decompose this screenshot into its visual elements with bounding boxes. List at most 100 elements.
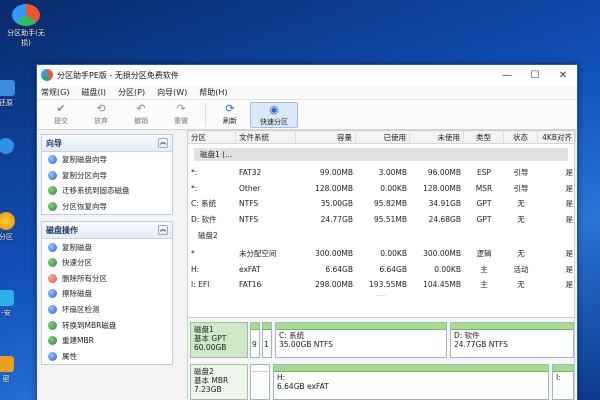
column-filesystem[interactable]: 文件系统	[236, 131, 296, 143]
menu-disk[interactable]: 磁盘(I)	[81, 87, 106, 98]
desktop-icon-label: 分区	[0, 233, 13, 241]
sidebar-item-copy-partition-wizard[interactable]: 复制分区向导	[42, 168, 172, 184]
partition-usage-bar	[276, 323, 446, 330]
submit-icon: ✔	[56, 102, 66, 115]
column-free[interactable]: 未使用	[410, 131, 464, 143]
undo-button[interactable]: ↶ 撤销	[121, 102, 161, 128]
sidebar-item-bad-sector[interactable]: 坏扇区检测	[42, 302, 172, 318]
table-row[interactable]: C: 系统 NTFS 35.00GB 95.82MB 34.91GB GPT 无 是	[188, 196, 574, 212]
wizard-panel: 向导 ︽ 复制磁盘向导 复制分区向导 迁移系统到固态磁盘 分区恢复向导	[41, 134, 173, 216]
desktop-icon-partition-assistant[interactable]: 分区助手(无 损)	[0, 4, 52, 48]
cell: 24.77GB	[320, 214, 353, 224]
cell: 6.64GB	[325, 264, 353, 274]
partition-usage-bar	[274, 365, 548, 372]
desktop-icon-install[interactable]: -安	[0, 290, 26, 318]
collapse-icon[interactable]: ︽	[158, 225, 168, 236]
column-used[interactable]: 已使用	[356, 131, 410, 143]
column-partition[interactable]: 分区	[188, 131, 236, 143]
sidebar-item-wipe-disk[interactable]: 擦除磁盘	[42, 286, 172, 302]
discard-button[interactable]: ⟲ 放弃	[81, 102, 121, 128]
table-row[interactable]: H: exFAT 6.64GB 6.64GB 0.00KB 主 活动 是	[188, 262, 574, 278]
cell: Other	[239, 183, 261, 193]
minimize-button[interactable]: —	[493, 65, 521, 85]
quick-partition-button[interactable]: ◉ 快速分区	[250, 102, 298, 128]
desktop-icon-label: 密	[2, 375, 10, 383]
wizard-panel-header[interactable]: 向导 ︽	[42, 135, 172, 152]
desktop-icon-restore[interactable]: 还原	[0, 80, 26, 108]
sidebar-item-label: 重建MBR	[62, 336, 94, 346]
sidebar-item-copy-disk-wizard[interactable]: 复制磁盘向导	[42, 152, 172, 168]
disk-map-label[interactable]: 磁盘1 基本 GPT 60.00GB	[190, 322, 248, 358]
menu-partition[interactable]: 分区(P)	[118, 87, 145, 98]
sidebar-item-properties[interactable]: 属性	[42, 349, 172, 365]
desktop-icon-password[interactable]: 密	[0, 356, 26, 384]
table-row[interactable]: D: 软件 NTFS 24.77GB 95.51MB 24.68GB GPT 无 是	[188, 212, 574, 228]
quick-partition-icon: ◉	[269, 103, 279, 116]
redo-icon: ↷	[176, 102, 186, 115]
menu-general[interactable]: 常规(G)	[41, 87, 69, 98]
cell: 是	[565, 264, 574, 274]
partition-block[interactable]: 9	[250, 322, 260, 358]
discard-label: 放弃	[94, 117, 108, 125]
table-row[interactable]: *: FAT32 99.00MB 3.00MB 96.00MB ESP 引导 是	[188, 165, 574, 181]
cell: 引导	[513, 183, 529, 193]
sidebar-item-delete-all[interactable]: 删除所有分区	[42, 271, 172, 287]
column-4k-aligned[interactable]: 4KB对齐	[538, 131, 576, 143]
partition-block[interactable]	[250, 364, 270, 400]
sidebar-item-label: 迁移系统到固态磁盘	[62, 186, 130, 196]
refresh-button[interactable]: ⟳ 刷新	[210, 102, 250, 128]
partition-block[interactable]: 1	[262, 322, 272, 358]
cell: 无	[517, 214, 525, 224]
table-row[interactable]: * 未分配空间 300.00MB 0.00KB 300.00MB 逻辑 无 是	[188, 246, 574, 262]
sidebar-item-quick-partition[interactable]: 快速分区	[42, 255, 172, 271]
partition-block[interactable]: I:	[552, 364, 574, 400]
partition-block[interactable]: H: 6.64GB exFAT	[273, 364, 549, 400]
sidebar-item-partition-recovery[interactable]: 分区恢复向导	[42, 199, 172, 215]
desktop-icon-partition[interactable]	[0, 138, 26, 156]
disk-ops-panel: 磁盘操作 ︽ 复制磁盘 快速分区 删除所有分区 擦除磁盘 坏扇区检测 转换到MB…	[41, 221, 173, 366]
partition-block[interactable]: C: 系统 35.00GB NTFS	[275, 322, 447, 358]
undo-icon: ↶	[136, 102, 146, 115]
cell: 34.91GB	[428, 199, 461, 209]
column-type[interactable]: 类型	[464, 131, 504, 143]
cell: 96.00MB	[427, 168, 461, 178]
column-status[interactable]: 状态	[504, 131, 538, 143]
disk-ops-panel-header[interactable]: 磁盘操作 ︽	[42, 222, 172, 240]
partition-icon	[0, 138, 14, 154]
cell: 是	[565, 214, 574, 224]
disk-map-row-2: 磁盘2 基本 MBR 7.23GB H: 6.64GB exFAT I:	[190, 364, 574, 400]
cell: 逻辑	[476, 249, 492, 259]
redo-button[interactable]: ↷ 重做	[161, 102, 201, 128]
table-row[interactable]: *: Other 128.00MB 0.00KB 128.00MB MSR 引导 是	[188, 181, 574, 197]
partition-usage-bar	[263, 323, 271, 330]
submit-button[interactable]: ✔ 提交	[41, 102, 81, 128]
sidebar-item-label: 分区恢复向导	[62, 202, 107, 212]
pane-splitter[interactable]: .....	[188, 291, 574, 297]
sidebar-item-label: 删除所有分区	[62, 273, 107, 283]
title-bar[interactable]: 分区助手PE版 - 无损分区免费软件 — ☐ ✕	[37, 65, 577, 85]
sidebar-item-migrate-os[interactable]: 迁移系统到固态磁盘	[42, 183, 172, 199]
sidebar-item-copy-disk[interactable]: 复制磁盘	[42, 239, 172, 255]
column-capacity[interactable]: 容量	[296, 131, 356, 143]
close-button[interactable]: ✕	[549, 65, 577, 85]
cell: 是	[565, 199, 574, 209]
desktop-icon-partition-2[interactable]: 分区	[0, 212, 26, 242]
recovery-icon	[48, 202, 57, 212]
disk-group-header[interactable]: 磁盘1 (...	[194, 148, 568, 161]
rebuild-icon	[48, 336, 57, 346]
sidebar-item-convert-mbr[interactable]: 转换到MBR磁盘	[42, 317, 172, 333]
menu-wizard[interactable]: 向导(W)	[157, 87, 187, 98]
refresh-label: 刷新	[223, 117, 237, 125]
partition-block[interactable]: D: 软件 24.77GB NTFS	[450, 322, 574, 358]
menu-help[interactable]: 帮助(H)	[199, 87, 227, 98]
cell: FAT16	[239, 280, 262, 290]
disk-map-label[interactable]: 磁盘2 基本 MBR 7.23GB	[190, 364, 248, 400]
cell: 128.00MB	[315, 183, 353, 193]
sidebar-item-rebuild-mbr[interactable]: 重建MBR	[42, 333, 172, 349]
properties-icon	[48, 351, 57, 361]
cell: 是	[565, 249, 574, 259]
partition-usage-bar	[251, 323, 259, 330]
collapse-icon[interactable]: ︽	[158, 138, 168, 148]
maximize-button[interactable]: ☐	[521, 65, 549, 85]
disk-group-header[interactable]: 磁盘2	[194, 229, 568, 242]
